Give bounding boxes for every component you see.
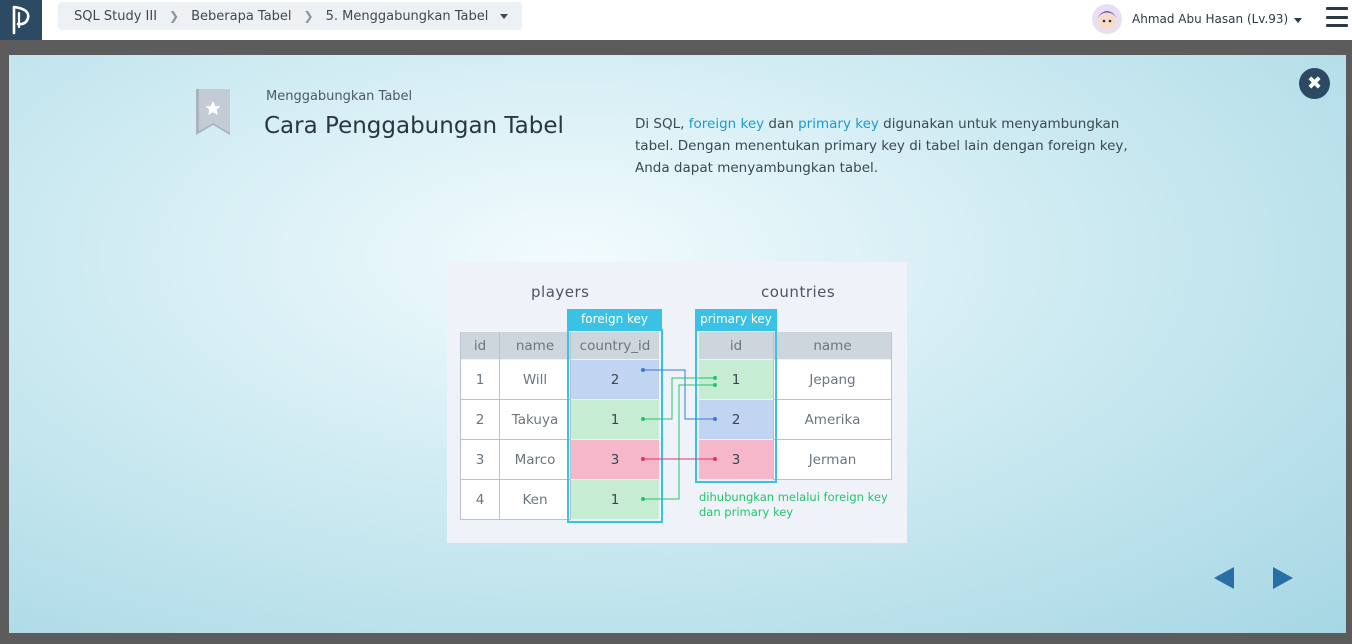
chevron-down-icon[interactable] xyxy=(1294,18,1303,23)
chevron-down-icon[interactable] xyxy=(500,13,509,19)
breadcrumb-item-lesson[interactable]: 5. Menggabungkan Tabel xyxy=(326,9,489,24)
next-arrow-icon[interactable] xyxy=(1271,565,1295,591)
slide-subtitle: Menggabungkan Tabel xyxy=(266,89,413,104)
chevron-right-icon: ❯ xyxy=(303,9,314,23)
close-icon[interactable]: ✖ xyxy=(1299,68,1330,99)
breadcrumb: SQL Study III ❯ Beberapa Tabel ❯ 5. Meng… xyxy=(58,2,523,30)
foreign-key-term: foreign key xyxy=(688,116,765,132)
breadcrumb-item-course[interactable]: SQL Study III xyxy=(74,9,157,24)
slide-title: Cara Penggabungan Tabel xyxy=(264,113,564,139)
prev-arrow-icon[interactable] xyxy=(1212,565,1236,591)
desc-text: Di SQL, xyxy=(635,116,689,132)
user-menu[interactable]: Ahmad Abu Hasan (Lv.93) xyxy=(1092,4,1303,34)
primary-key-term: primary key xyxy=(798,116,879,132)
avatar[interactable] xyxy=(1092,4,1122,34)
chevron-right-icon: ❯ xyxy=(169,9,180,23)
link-note-line: dihubungkan melalui foreign key xyxy=(699,490,888,504)
slide-description: Di SQL, foreign key dan primary key digu… xyxy=(635,113,1155,179)
top-bar: SQL Study III ❯ Beberapa Tabel ❯ 5. Meng… xyxy=(0,0,1352,40)
link-note-line: dan primary key xyxy=(699,505,794,519)
desc-text: dan xyxy=(764,116,799,132)
star-bookmark-icon[interactable] xyxy=(196,89,230,135)
hamburger-menu-icon[interactable] xyxy=(1326,7,1348,27)
progate-logo-icon[interactable] xyxy=(0,0,42,40)
breadcrumb-item-chapter[interactable]: Beberapa Tabel xyxy=(191,9,291,24)
user-name[interactable]: Ahmad Abu Hasan (Lv.93) xyxy=(1132,12,1288,26)
slide-modal: Menggabungkan Tabel Cara Penggabungan Ta… xyxy=(9,55,1346,633)
join-diagram: players foreign key id name country_id 1… xyxy=(447,262,907,543)
link-note: dihubungkan melalui foreign key dan prim… xyxy=(699,490,888,520)
